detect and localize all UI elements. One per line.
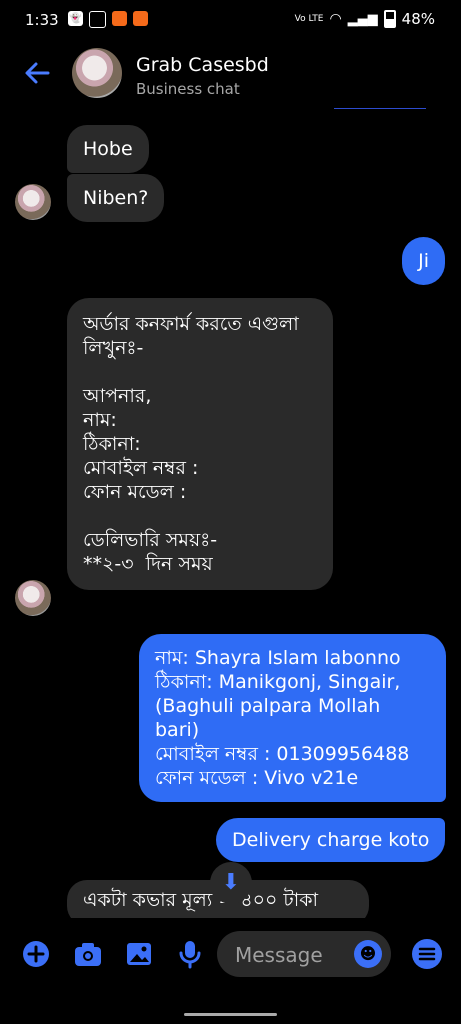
status-bar: 1:33 👻 Vo LTE ◠ ▂▄▆ 48%	[0, 0, 461, 42]
avatar[interactable]	[15, 184, 51, 220]
smiley-icon: ☻	[359, 944, 377, 963]
message-bubble[interactable]: Delivery charge koto	[216, 818, 446, 862]
snapchat-icon: 👻	[68, 11, 83, 26]
message-field: ☻	[217, 931, 391, 977]
message-bubble[interactable]: অর্ডার কনফার্ম করতে এগুলা লিখুনঃ- আপনার,…	[67, 298, 333, 590]
message-bubble[interactable]: Niben?	[67, 174, 165, 222]
emoji-button[interactable]: ☻	[354, 940, 382, 968]
composer-bar: ☻	[0, 918, 461, 1024]
notification-icons: 👻	[68, 11, 148, 28]
divider	[334, 108, 426, 109]
status-right: Vo LTE ◠ ▂▄▆ 48%	[295, 10, 435, 28]
home-indicator	[184, 1013, 277, 1016]
battery-percent: 48%	[401, 10, 435, 28]
contact-name[interactable]: Grab Casesbd	[136, 54, 269, 76]
shop-icon	[133, 11, 148, 26]
camera-button[interactable]	[72, 938, 104, 970]
volte-icon: Vo LTE	[294, 13, 324, 24]
avatar[interactable]	[72, 48, 122, 98]
microphone-button[interactable]	[174, 938, 206, 970]
arrow-left-icon[interactable]	[22, 58, 52, 88]
add-button[interactable]	[20, 938, 52, 970]
message-bubble[interactable]: নাম: Shayra Islam labonno ঠিকানা: Manikg…	[139, 634, 446, 802]
arrow-down-icon: ⬇	[221, 870, 241, 895]
avatar[interactable]	[15, 580, 51, 616]
battery-icon	[383, 10, 396, 28]
menu-button[interactable]	[411, 938, 443, 970]
status-time: 1:33	[25, 11, 59, 29]
gallery-button[interactable]	[123, 938, 155, 970]
chat-header: Grab Casesbd Business chat	[0, 42, 461, 108]
scroll-down-button[interactable]: ⬇	[210, 862, 252, 904]
wifi-icon: ◠	[329, 11, 342, 27]
shop-icon	[112, 11, 127, 26]
signal-icon: ▂▄▆	[347, 11, 378, 27]
contact-subtitle: Business chat	[136, 80, 240, 98]
message-bubble[interactable]: Hobe	[67, 125, 149, 173]
message-bubble[interactable]: Ji	[402, 237, 445, 285]
qr-icon	[89, 11, 106, 28]
message-input[interactable]	[233, 940, 347, 970]
